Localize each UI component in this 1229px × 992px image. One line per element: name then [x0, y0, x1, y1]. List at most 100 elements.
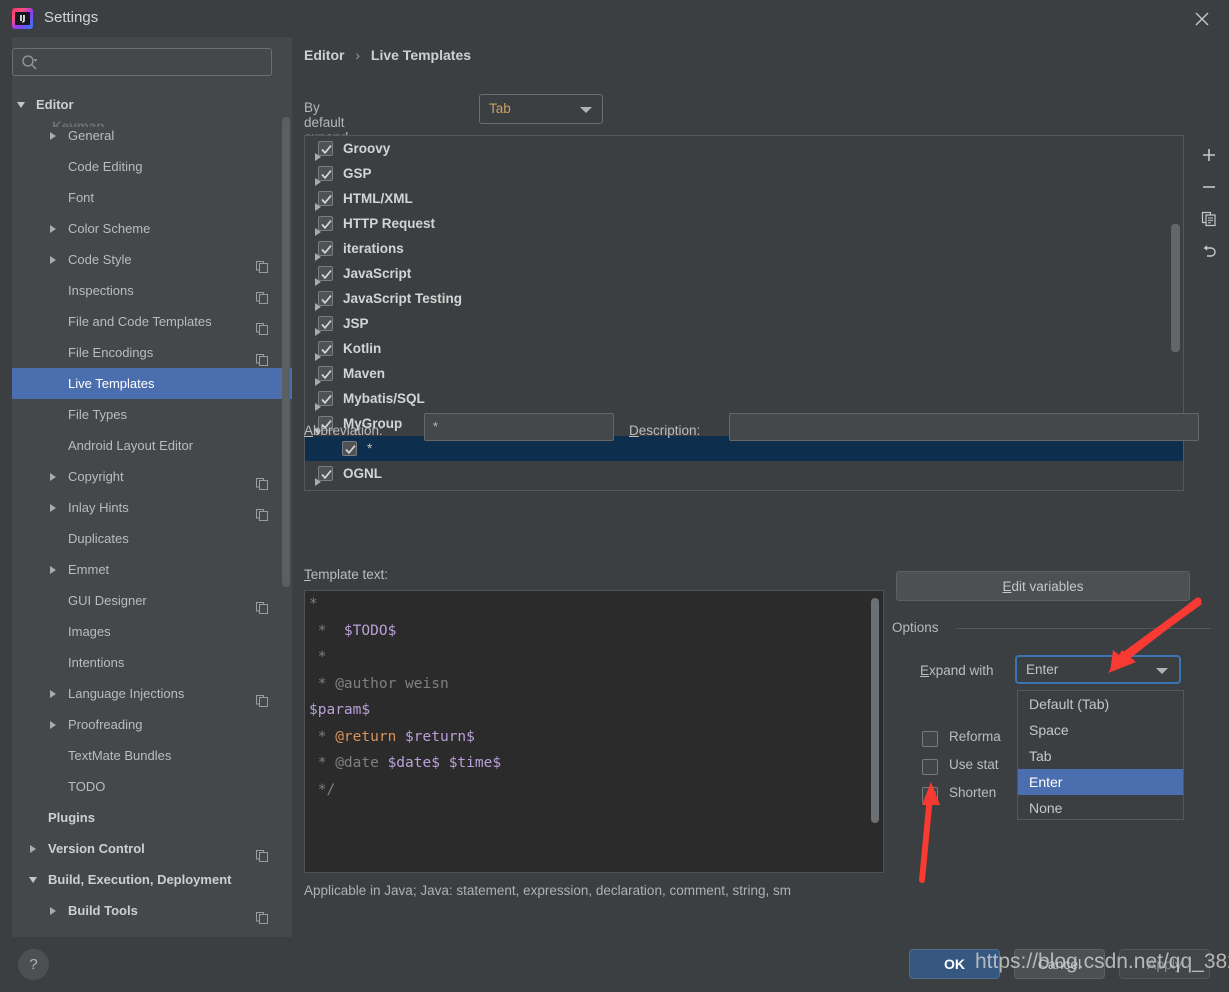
sidebar-item-font[interactable]: Font	[12, 182, 292, 213]
sidebar-item-live-templates[interactable]: Live Templates	[12, 368, 292, 399]
template-group-row[interactable]: iterations	[305, 236, 1183, 261]
revert-icon[interactable]	[1190, 235, 1228, 267]
checkbox-checked[interactable]	[318, 366, 333, 381]
sidebar-item-images[interactable]: Images	[12, 616, 292, 647]
chevron-right-icon[interactable]	[48, 120, 62, 151]
sidebar-item-emmet[interactable]: Emmet	[12, 554, 292, 585]
expand-with-combobox[interactable]: Enter	[1015, 655, 1181, 684]
chevron-right-icon[interactable]	[48, 213, 62, 244]
help-button[interactable]: ?	[18, 949, 49, 980]
default-expand-combobox[interactable]: Tab	[479, 94, 603, 124]
breadcrumb-root[interactable]: Editor	[304, 47, 344, 63]
checkbox[interactable]	[922, 759, 938, 775]
chevron-right-icon[interactable]	[48, 244, 62, 275]
checkbox-checked[interactable]	[318, 241, 333, 256]
search-container	[12, 48, 292, 88]
sidebar-item-inspections[interactable]: Inspections	[12, 275, 292, 306]
sidebar-item-build-tools[interactable]: Build Tools	[12, 895, 292, 926]
close-icon[interactable]	[1191, 8, 1213, 30]
sidebar-scrollbar[interactable]	[282, 89, 290, 937]
sidebar-tree: Editor General Code Editing Font Color Schem…	[12, 89, 292, 937]
minus-icon[interactable]	[1190, 171, 1228, 203]
template-group-row[interactable]: JSP	[305, 311, 1183, 336]
template-text-editor[interactable]: * * $TODO$ * * @author weisn $param$ * @r…	[304, 590, 884, 873]
checkbox-checked[interactable]	[318, 391, 333, 406]
sidebar-item-todo[interactable]: TODO	[12, 771, 292, 802]
plus-icon[interactable]	[1190, 139, 1228, 171]
chevron-right-icon[interactable]	[48, 678, 62, 709]
chevron-down-icon[interactable]	[16, 89, 30, 120]
chevron-right-icon[interactable]	[48, 895, 62, 926]
template-group-row[interactable]: JavaScript	[305, 261, 1183, 286]
template-group-row[interactable]: Kotlin	[305, 336, 1183, 361]
settings-dialog: Settings Keymap EditorGenera	[0, 0, 1229, 992]
checkbox-checked[interactable]	[922, 787, 938, 803]
search-input[interactable]	[45, 49, 267, 75]
checkbox-checked[interactable]	[318, 291, 333, 306]
search-box[interactable]	[12, 48, 272, 76]
editor-scrollbar-thumb[interactable]	[871, 598, 879, 823]
sidebar-item-file-types[interactable]: File Types	[12, 399, 292, 430]
template-group-row[interactable]: HTTP Request	[305, 211, 1183, 236]
sidebar-item-color-scheme[interactable]: Color Scheme	[12, 213, 292, 244]
sidebar-scrollbar-thumb[interactable]	[282, 117, 290, 587]
checkbox-checked[interactable]	[318, 141, 333, 156]
copy-icon[interactable]	[1190, 203, 1228, 235]
template-group-row[interactable]: OGNL	[305, 461, 1183, 486]
sidebar-item-copyright[interactable]: Copyright	[12, 461, 292, 492]
description-field[interactable]	[729, 413, 1199, 441]
checkbox-checked[interactable]	[342, 441, 357, 456]
sidebar-item-version-control[interactable]: Version Control	[12, 833, 292, 864]
dropdown-item[interactable]: Space	[1018, 717, 1183, 743]
checkbox-checked[interactable]	[318, 191, 333, 206]
sidebar-item-file-and-code-templates[interactable]: File and Code Templates	[12, 306, 292, 337]
checkbox-checked[interactable]	[318, 216, 333, 231]
chevron-right-icon[interactable]	[48, 492, 62, 523]
sidebar-item-code-editing[interactable]: Code Editing	[12, 151, 292, 182]
template-group-row[interactable]: GSP	[305, 161, 1183, 186]
sidebar-item-editor[interactable]: Editor	[12, 89, 292, 120]
edit-variables-button[interactable]: Edit variables	[896, 571, 1190, 601]
description-input[interactable]	[736, 414, 1194, 440]
editor-scrollbar[interactable]	[871, 594, 879, 869]
sidebar-item-gui-designer[interactable]: GUI Designer	[12, 585, 292, 616]
chevron-right-icon[interactable]	[28, 833, 42, 864]
template-group-row[interactable]: Mybatis/SQL	[305, 386, 1183, 411]
template-group-row[interactable]: JavaScript Testing	[305, 286, 1183, 311]
expand-with-dropdown-menu[interactable]: Default (Tab) Space Tab Enter None	[1017, 690, 1184, 820]
sidebar-item-proofreading[interactable]: Proofreading	[12, 709, 292, 740]
checkbox-checked[interactable]	[318, 316, 333, 331]
checkbox[interactable]	[922, 731, 938, 747]
window-title: Settings	[44, 9, 99, 26]
sidebar-item-file-encodings[interactable]: File Encodings	[12, 337, 292, 368]
sidebar-item-build-execution-deployment[interactable]: Build, Execution, Deployment	[12, 864, 292, 895]
sidebar-item-textmate-bundles[interactable]: TextMate Bundles	[12, 740, 292, 771]
template-group-row[interactable]: Maven	[305, 361, 1183, 386]
chevron-right-icon[interactable]	[48, 709, 62, 740]
checkbox-checked[interactable]	[318, 266, 333, 281]
abbreviation-field[interactable]	[424, 413, 614, 441]
sidebar-item-android-layout-editor[interactable]: Android Layout Editor	[12, 430, 292, 461]
chevron-right-icon[interactable]	[48, 554, 62, 585]
dropdown-item[interactable]: Default (Tab)	[1018, 691, 1183, 717]
chevron-right-icon[interactable]	[48, 461, 62, 492]
sidebar-item-inlay-hints[interactable]: Inlay Hints	[12, 492, 292, 523]
group-list-scrollbar-thumb[interactable]	[1171, 224, 1180, 352]
template-group-label: iterations	[343, 241, 404, 256]
sidebar-item-language-injections[interactable]: Language Injections	[12, 678, 292, 709]
sidebar-item-intentions[interactable]: Intentions	[12, 647, 292, 678]
sidebar-item-code-style[interactable]: Code Style	[12, 244, 292, 275]
dropdown-item[interactable]: Enter	[1018, 769, 1183, 795]
checkbox-checked[interactable]	[318, 341, 333, 356]
dropdown-item[interactable]: Tab	[1018, 743, 1183, 769]
checkbox-checked[interactable]	[318, 466, 333, 481]
sidebar-item-plugins[interactable]: Plugins	[12, 802, 292, 833]
abbreviation-input[interactable]	[431, 414, 609, 440]
chevron-down-icon[interactable]	[28, 864, 42, 895]
dropdown-item[interactable]: None	[1018, 795, 1183, 821]
sidebar-item-duplicates[interactable]: Duplicates	[12, 523, 292, 554]
sidebar-item-general[interactable]: General	[12, 120, 292, 151]
template-group-row[interactable]: Groovy	[305, 136, 1183, 161]
checkbox-checked[interactable]	[318, 166, 333, 181]
template-group-row[interactable]: HTML/XML	[305, 186, 1183, 211]
